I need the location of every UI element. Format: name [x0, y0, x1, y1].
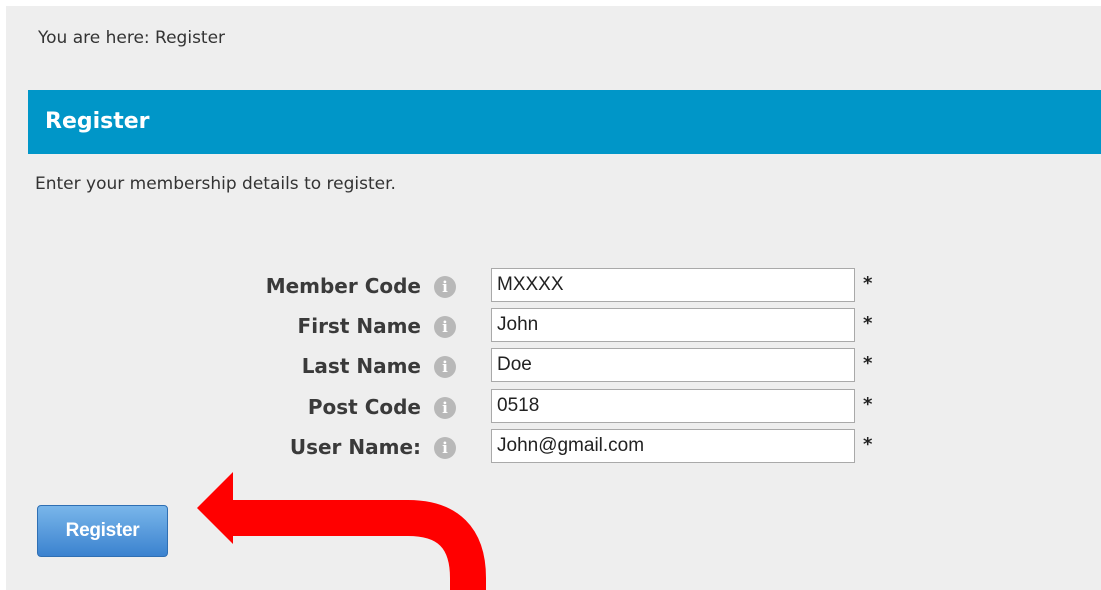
arrow-head	[197, 472, 233, 544]
red-curved-arrow-icon	[197, 472, 486, 590]
arrow-shaft	[232, 500, 486, 590]
